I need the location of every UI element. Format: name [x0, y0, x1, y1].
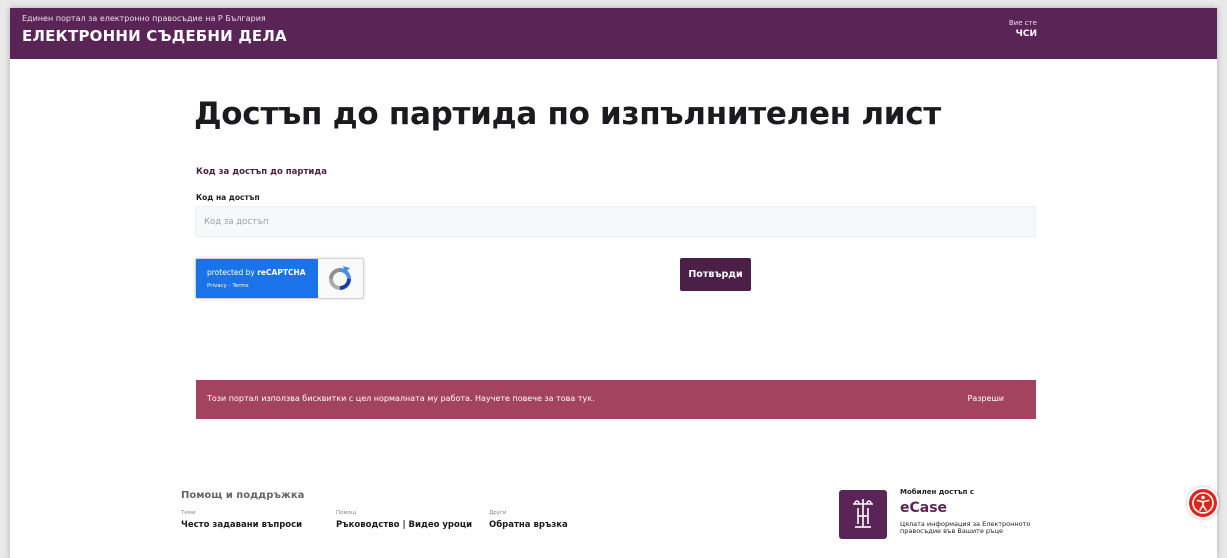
- section-label: Код за достъп до партида: [196, 167, 327, 177]
- recaptcha-logo-icon: [329, 266, 351, 290]
- recaptcha-protected-text: protected by reCAPTCHA: [207, 268, 306, 277]
- ecase-name[interactable]: eCase: [900, 500, 947, 516]
- footer-column-caption: Помощ: [336, 510, 357, 516]
- cookie-allow-button[interactable]: Разреши: [968, 394, 1005, 403]
- recaptcha-label-panel: protected by reCAPTCHA Privacy - Terms: [196, 259, 318, 298]
- recaptcha-brand: reCAPTCHA: [257, 268, 306, 277]
- access-code-input[interactable]: [195, 206, 1036, 237]
- ecase-description: Цялата информация за Електронното правос…: [900, 520, 1031, 536]
- cookie-message[interactable]: Този портал използва бисквитки с цел нор…: [207, 394, 595, 403]
- user-role-caption: Вие сте: [1008, 19, 1037, 27]
- ecase-mobile-caption: Мобилен достъп с: [900, 488, 975, 496]
- accessibility-button[interactable]: [1187, 487, 1219, 519]
- user-role-menu[interactable]: ЧСИ: [1016, 29, 1037, 39]
- recaptcha-badge[interactable]: protected by reCAPTCHA Privacy - Terms: [195, 258, 364, 299]
- accessibility-icon: [1192, 492, 1214, 514]
- access-code-label: Код на достъп: [196, 193, 260, 202]
- footer-column-caption: Други: [489, 510, 507, 516]
- guide-video-link[interactable]: Ръководство | Видео уроци: [336, 520, 472, 530]
- footer-column-help: Помощ Ръководство | Видео уроци: [336, 510, 472, 530]
- cookie-consent-bar: Този портал използва бисквитки с цел нор…: [196, 380, 1036, 419]
- confirm-button[interactable]: Потвърди: [680, 258, 751, 291]
- faq-link[interactable]: Често задавани въпроси: [181, 520, 302, 530]
- justice-pillar-icon: [853, 499, 873, 528]
- footer-help-title: Помощ и поддръжка: [181, 490, 305, 501]
- footer-column-other: Други Обратна връзка: [489, 510, 568, 530]
- feedback-link[interactable]: Обратна връзка: [489, 520, 568, 530]
- recaptcha-privacy-links[interactable]: Privacy - Terms: [207, 283, 249, 289]
- footer-column-topics: Теми Често задавани въпроси: [181, 510, 302, 530]
- footer-column-caption: Теми: [181, 510, 196, 516]
- recaptcha-protected-prefix: protected by: [207, 268, 258, 277]
- site-brand-link[interactable]: ЕЛЕКТРОННИ СЪДЕБНИ ДЕЛА: [22, 27, 287, 45]
- ecase-app-link[interactable]: [839, 490, 887, 539]
- site-header: Единен портал за електронно правосъдие н…: [10, 8, 1217, 59]
- portal-subtitle: Единен портал за електронно правосъдие н…: [22, 14, 266, 23]
- browser-viewport: Единен портал за електронно правосъдие н…: [10, 8, 1217, 558]
- page-title: Достъп до партида по изпълнителен лист: [194, 96, 941, 132]
